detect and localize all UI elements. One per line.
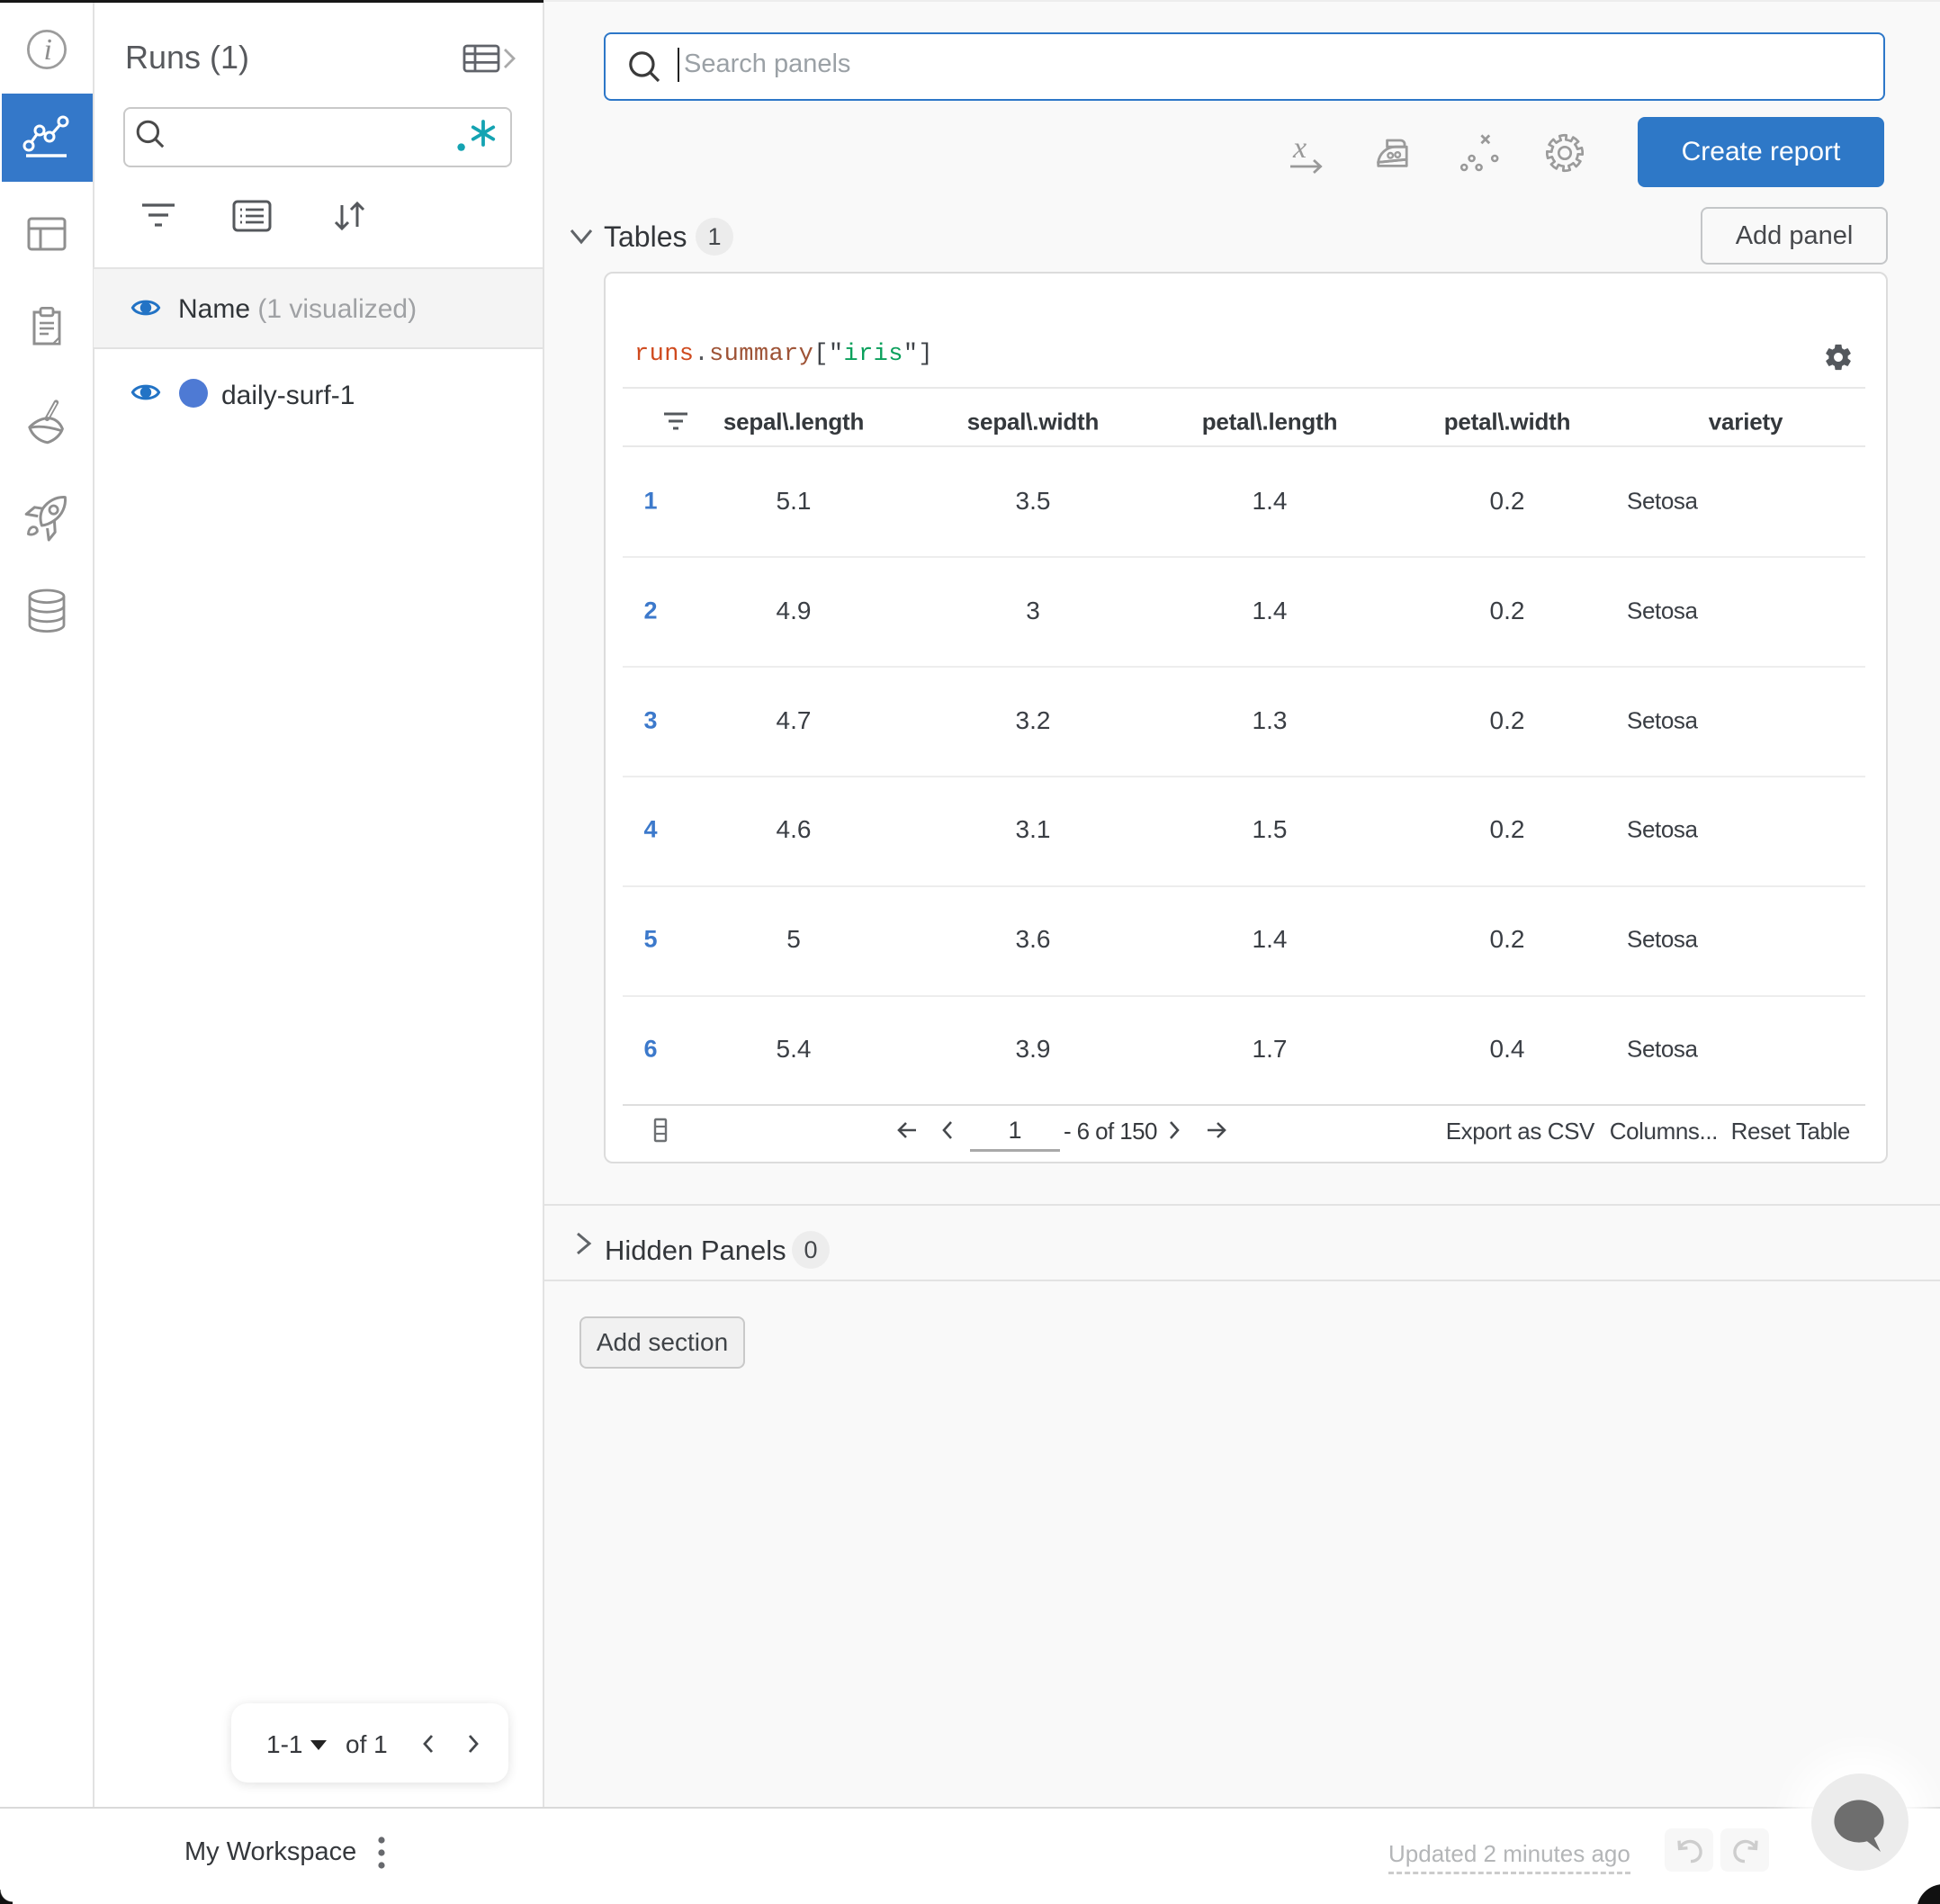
svg-text:i: i <box>43 33 51 67</box>
svg-text:x: x <box>1292 131 1307 165</box>
